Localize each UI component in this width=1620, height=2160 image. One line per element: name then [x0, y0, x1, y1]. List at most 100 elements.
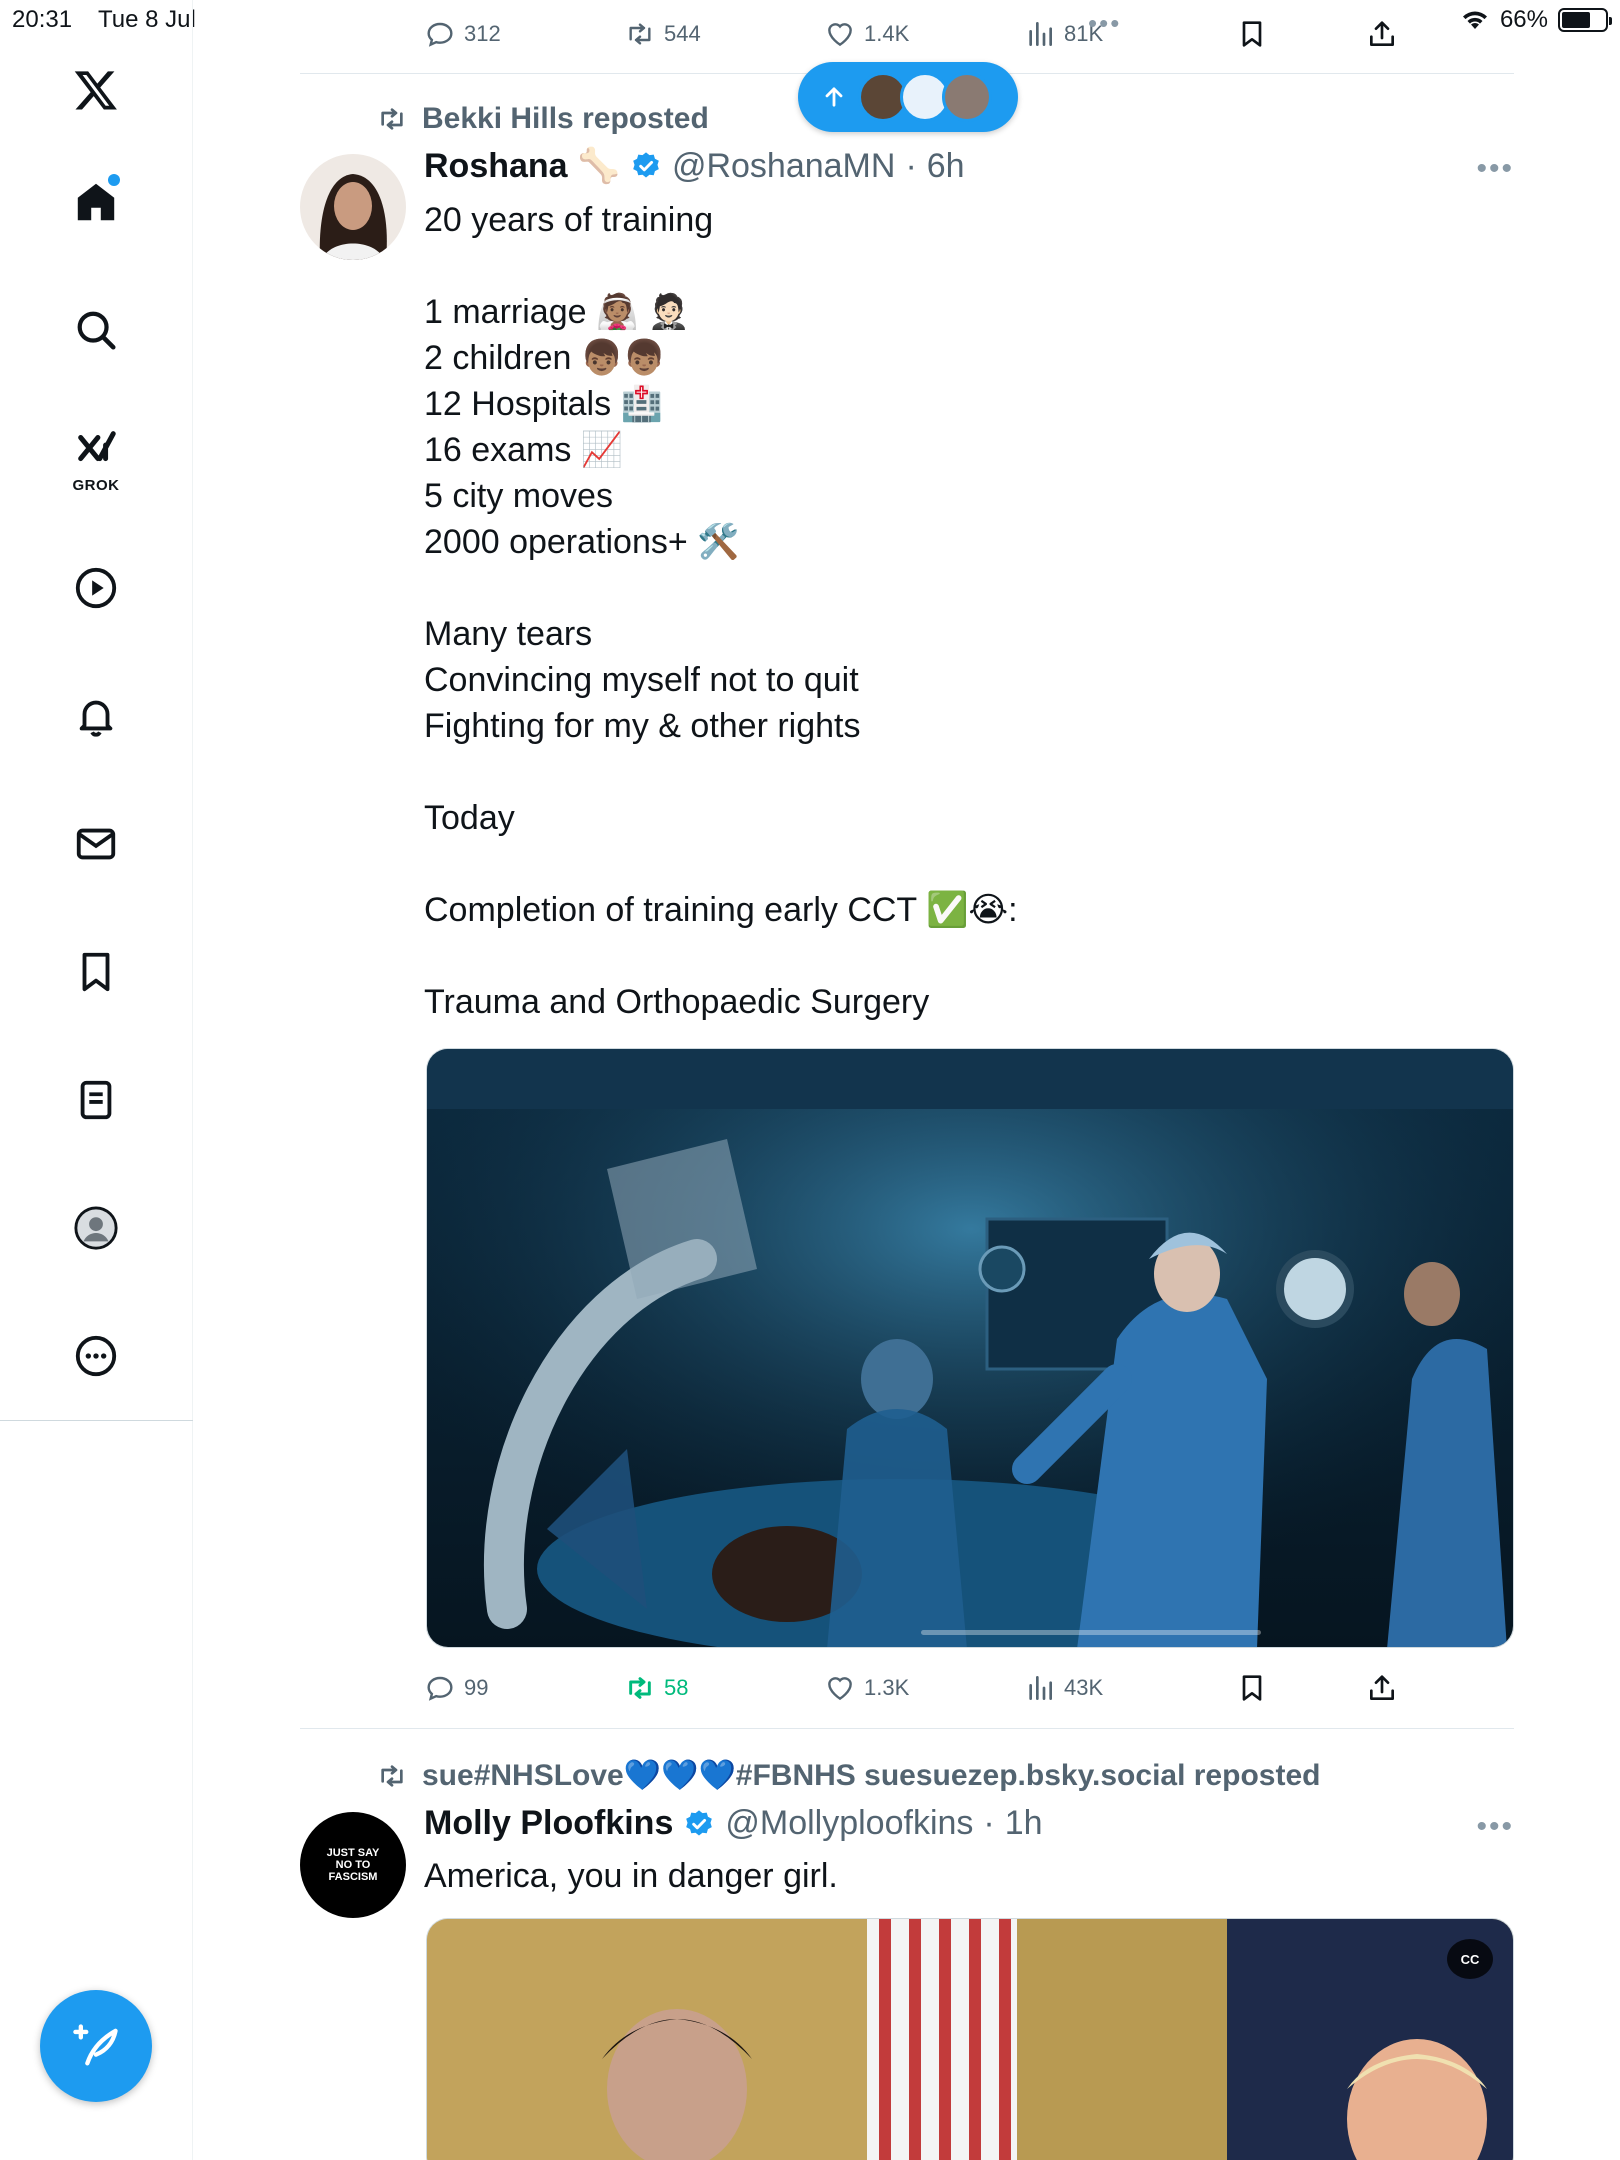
tweet-line: 20 years of training: [424, 201, 714, 239]
avatar[interactable]: JUST SAY NO TO FASCISM: [300, 1812, 406, 1918]
reply-button[interactable]: 312: [424, 18, 501, 50]
avatar[interactable]: [300, 154, 406, 260]
avatar-text: JUST SAY NO TO FASCISM: [326, 1847, 380, 1883]
tweet-line: 2000 operations+ 🛠️: [424, 523, 740, 561]
grok-label: GROK: [72, 477, 120, 494]
tweet-header: Molly Ploofkins @Mollyploofkins · 1h: [424, 1804, 1043, 1843]
tweet-line: Fighting for my & other rights: [424, 707, 861, 745]
tweet-media[interactable]: [426, 1048, 1514, 1648]
home-notification-dot: [108, 174, 120, 186]
timeline: 312 544 1.4K 81K ••• Bekki Hills reposte…: [300, 0, 1514, 2160]
compose-button[interactable]: [40, 1990, 152, 2102]
handle[interactable]: @RoshanaMN: [672, 147, 896, 186]
notifications-icon: [79, 700, 113, 737]
repost-label[interactable]: sue#NHSLove💙💙💙#FBNHS suesuezep.bsky.soci…: [422, 1758, 1320, 1793]
nav-messages[interactable]: [56, 804, 136, 884]
views-icon: [1029, 1676, 1052, 1700]
arrow-up-icon: [825, 87, 843, 107]
nav-notifications[interactable]: [56, 676, 136, 756]
tweet-time[interactable]: 6h: [927, 147, 965, 186]
retweet-icon: [629, 23, 651, 45]
tweet-line: Trauma and Orthopaedic Surgery: [424, 983, 930, 1021]
bookmark-icon: [1242, 1675, 1262, 1701]
handle[interactable]: @Mollyploofkins: [725, 1804, 973, 1843]
nav-profile[interactable]: [56, 1188, 136, 1268]
grok-icon: [78, 431, 116, 462]
tweet-line: Convincing myself not to quit: [424, 661, 859, 699]
tweet-header: Roshana 🦴 @RoshanaMN · 6h: [424, 146, 965, 186]
tweet-line: [424, 243, 1484, 289]
tweet-text: 20 years of training 1 marriage 👰🏽 🤵🏻 2 …: [424, 197, 1484, 1025]
retweet-button[interactable]: 58: [624, 1672, 688, 1704]
like-button[interactable]: 1.4K: [824, 18, 909, 50]
tweet-line: 2 children 👦🏽👦🏽: [424, 339, 666, 377]
x-logo-icon: [74, 71, 117, 110]
nav-search[interactable]: [56, 290, 136, 370]
retweet-count: 58: [664, 1675, 689, 1700]
heart-icon: [828, 1677, 852, 1701]
tweet-line: 5 city moves: [424, 477, 613, 515]
bookmark-icon: [1242, 21, 1262, 47]
nav-home[interactable]: [56, 162, 136, 242]
views-button[interactable]: 43K: [1024, 1672, 1103, 1704]
nav-grok[interactable]: GROK: [56, 418, 136, 498]
prev-tweet-actions: 312 544 1.4K 81K: [424, 12, 1514, 56]
avatar-image: [300, 154, 406, 260]
verified-badge-icon: [686, 1809, 713, 1835]
reply-icon: [427, 22, 453, 47]
media-scrubber[interactable]: [921, 1630, 1261, 1635]
display-name[interactable]: Roshana: [424, 147, 568, 186]
name-emoji: 🦴: [577, 147, 620, 185]
repost-label[interactable]: Bekki Hills reposted: [422, 102, 709, 136]
reply-button[interactable]: 99: [424, 1672, 488, 1704]
like-count: 1.3K: [864, 1675, 910, 1700]
messages-icon: [76, 828, 116, 860]
tweet-line: Many tears: [424, 615, 593, 653]
more-options-icon[interactable]: •••: [1476, 1810, 1514, 1844]
surgery-photo: [427, 1049, 1513, 1647]
sidebar-divider: [0, 1420, 193, 1421]
captions-button[interactable]: CC: [1447, 1939, 1493, 1979]
bookmark-button[interactable]: [1236, 1672, 1268, 1704]
share-button[interactable]: [1366, 1672, 1398, 1704]
display-name[interactable]: Molly Ploofkins: [424, 1804, 673, 1843]
compose-icon: [73, 2024, 118, 2066]
nav-video[interactable]: [56, 548, 136, 628]
like-count: 1.4K: [864, 21, 910, 46]
separator: [300, 1728, 1514, 1729]
profile-icon: [74, 1206, 118, 1250]
nav-more[interactable]: [56, 1316, 136, 1396]
retweet-icon: [381, 1764, 403, 1787]
tweet-time[interactable]: 1h: [1005, 1804, 1043, 1843]
tweet-text: America, you in danger girl.: [424, 1853, 1484, 1899]
x-logo-button[interactable]: [56, 50, 136, 130]
tweet-actions: 99 58 1.3K 43K: [424, 1666, 1514, 1710]
more-icon: [75, 1335, 117, 1377]
new-posts-pill[interactable]: [798, 62, 1018, 132]
repost-indicator: sue#NHSLove💙💙💙#FBNHS suesuezep.bsky.soci…: [376, 1758, 1320, 1793]
retweet-button[interactable]: 544: [624, 18, 701, 50]
separator-dot: ·: [983, 1804, 995, 1842]
tweet-line: Completion of training early CCT ✅😭:: [424, 891, 1018, 929]
share-button[interactable]: [1366, 18, 1398, 50]
tweet-line: 12 Hospitals 🏥: [424, 385, 663, 423]
tweet-line: [424, 565, 1484, 611]
nav-lists[interactable]: [56, 1060, 136, 1140]
repost-indicator: Bekki Hills reposted: [376, 102, 709, 136]
tweet-line: [424, 841, 1484, 887]
more-options-icon[interactable]: •••: [1476, 152, 1514, 186]
bookmark-button[interactable]: [1236, 18, 1268, 50]
share-icon: [1370, 21, 1394, 46]
multitask-dots-icon[interactable]: •••: [1088, 8, 1121, 39]
like-button[interactable]: 1.3K: [824, 1672, 909, 1704]
nav-bookmarks[interactable]: [56, 932, 136, 1012]
reply-count: 99: [464, 1675, 489, 1700]
tweet-video[interactable]: CC: [426, 1918, 1514, 2160]
retweet-icon: [381, 108, 403, 130]
tweet-line: Today: [424, 799, 515, 837]
lists-icon: [80, 1080, 112, 1120]
tweet-line: [424, 933, 1484, 979]
separator-dot: ·: [905, 146, 917, 185]
battery-icon: [1558, 8, 1612, 32]
tweet-line: 1 marriage 👰🏽 🤵🏻: [424, 293, 691, 331]
